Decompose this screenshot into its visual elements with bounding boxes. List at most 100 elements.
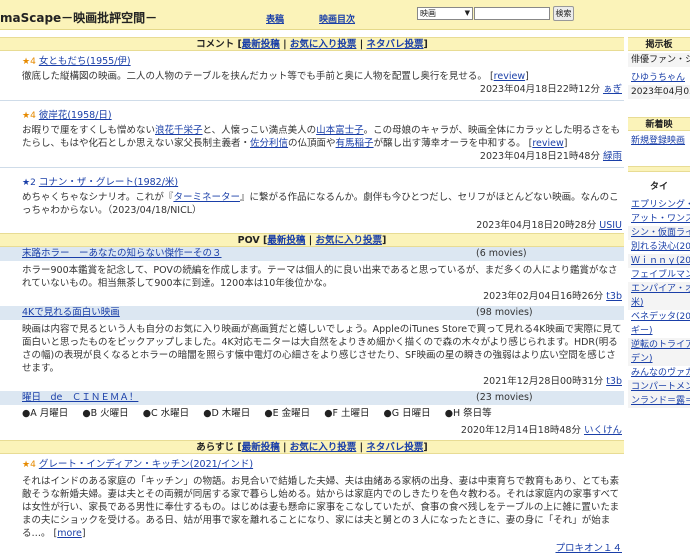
- link-spoiler-vote[interactable]: ネタバレ投票: [366, 442, 423, 453]
- weekday-item: ●A 月曜日: [22, 408, 69, 419]
- sidebar-divider-bar: [628, 166, 690, 172]
- movie-title-link[interactable]: グレート・インディアン・キッチン(2021/インド): [39, 459, 253, 470]
- review-link[interactable]: review: [532, 138, 563, 149]
- sidebar-title-link[interactable]: シン・仮面ライ: [628, 226, 690, 240]
- weekday-item: ●E 金曜日: [264, 408, 311, 419]
- sidebar-board-header: 掲示板: [628, 37, 690, 51]
- weekday-item: ●G 日曜日: [383, 408, 431, 419]
- pov-description: ホラー900本鑑賞を記念して、POVの続編を作成します。テーマは個人的に良い出来…: [22, 265, 618, 289]
- person-link[interactable]: 佐分利信: [250, 138, 288, 149]
- movie-count: (23 movies): [476, 392, 533, 403]
- weekday-item: ●B 火曜日: [82, 408, 129, 419]
- sidebar-title-header: タイ: [649, 182, 668, 192]
- synopsis-text: それはインドのある家庭の「キッチン」の物語。お見合いで結婚した夫婦、夫は由緒ある…: [22, 476, 620, 539]
- sidebar-title-link[interactable]: フェイブルマン: [628, 268, 690, 282]
- pov-title-link[interactable]: 曜日 de ＣＩＮＥＭＡ！: [22, 392, 138, 403]
- sidebar-new-link[interactable]: 新規登録映画: [628, 134, 690, 148]
- sidebar-title-link[interactable]: デン): [628, 352, 690, 366]
- person-link[interactable]: 有馬稲子: [336, 138, 374, 149]
- comment-text: お暇りで厘をすくしも憎めない: [22, 125, 156, 136]
- sidebar-title-link[interactable]: ベネデッタ(20: [628, 310, 690, 324]
- sidebar-title-link[interactable]: みんなのヴァカ: [628, 366, 690, 380]
- movie-count: (98 movies): [476, 307, 533, 318]
- pov-item-header: 末路ホラー ーあなたの知らない傑作ーその３ (6 movies): [0, 247, 624, 261]
- author-link[interactable]: t3b: [606, 291, 622, 302]
- post-date: 2023年04月18日21時48分: [479, 151, 600, 162]
- author-link[interactable]: t3b: [606, 376, 622, 387]
- section-title: コメント: [196, 39, 235, 50]
- weekday-list: ●A 月曜日 ●B 火曜日 ●C 水曜日 ●D 木曜日 ●E 金曜日 ●F 土曜…: [0, 405, 624, 422]
- movie-title-link[interactable]: コナン・ザ・グレート(1982/米): [39, 177, 178, 188]
- sidebar-title-link[interactable]: コンパートメン: [628, 380, 690, 394]
- movie-link[interactable]: ターミネーター: [173, 192, 240, 203]
- weekday-item: ●D 木曜日: [203, 408, 251, 419]
- link-favorite-vote[interactable]: お気に入り投票: [290, 39, 357, 50]
- pov-item-header: 4Kで見れる面白い映画 (98 movies): [0, 306, 624, 320]
- section-header-pov: POV [最新投稿 | お気に入り投票]: [0, 233, 624, 247]
- link-favorite-vote[interactable]: お気に入り投票: [316, 235, 383, 246]
- search-category-value: 映画: [420, 9, 436, 18]
- sidebar-title-link[interactable]: 米): [628, 296, 690, 310]
- sidebar-board-row: 俳優ファン・シ: [628, 53, 690, 67]
- author-link[interactable]: ぁぎ: [603, 84, 622, 95]
- star-rating: ★4: [22, 57, 36, 67]
- section-header-synopsis: あらすじ [最新投稿 | お気に入り投票 | ネタバレ投票]: [0, 440, 624, 454]
- movie-title-link[interactable]: 彼岸花(1958/日): [39, 110, 112, 121]
- section-title: あらすじ: [196, 442, 235, 453]
- chevron-down-icon: ▼: [464, 9, 470, 17]
- post-date: 2020年12月14日18時48分: [460, 425, 581, 436]
- sidebar-new-header: 新着映: [628, 117, 690, 131]
- star-rating: ★4: [22, 460, 36, 470]
- more-link[interactable]: more: [57, 528, 82, 539]
- author-link[interactable]: いくけん: [584, 425, 622, 436]
- search-input[interactable]: [474, 7, 550, 20]
- link-latest-posts[interactable]: 最新投稿: [242, 39, 280, 50]
- pov-item-header: 曜日 de ＣＩＮＥＭＡ！ (23 movies): [0, 391, 624, 405]
- post-date: 2021年12月28日00時31分: [483, 376, 604, 387]
- search-category-select[interactable]: 映画 ▼: [417, 7, 473, 20]
- sidebar-title-link[interactable]: アット・ワンス: [628, 212, 690, 226]
- link-favorite-vote[interactable]: お気に入り投票: [290, 442, 357, 453]
- comment-item: ★4 彼岸花(1958/日) お暇りで厘をすくしも憎めない浪花千栄子と、人懐っこ…: [0, 101, 624, 168]
- site-title: maScape－映画批評空間－: [0, 11, 158, 25]
- main-content: コメント [最新投稿 | お気に入り投票 | ネタバレ投票] ★4 女ともだち(…: [0, 37, 624, 556]
- top-bar: maScape－映画批評空間－ 表稿 映画目次 映画 ▼ 検索: [0, 0, 690, 30]
- star-rating: ★2: [22, 178, 36, 188]
- sidebar-board-link[interactable]: ひゆうちゃん: [628, 71, 690, 85]
- person-link[interactable]: 山本富士子: [316, 125, 364, 136]
- sidebar-title-link[interactable]: エプリシング・エ: [628, 198, 690, 212]
- sidebar-title-link[interactable]: Ｗｉｎｎｙ(20: [628, 254, 690, 268]
- pov-title-link[interactable]: 末路ホラー ーあなたの知らない傑作ーその３: [22, 248, 222, 259]
- person-link[interactable]: 浪花千栄子: [155, 125, 203, 136]
- section-title: POV: [237, 235, 260, 246]
- review-link[interactable]: review: [494, 71, 525, 82]
- comment-item: ★2 コナン・ザ・グレート(1982/米) めちゃくちゃなシナリオ。これが『ター…: [0, 168, 624, 233]
- pov-title-link[interactable]: 4Kで見れる面白い映画: [22, 307, 120, 318]
- pov-description: 映画は内容で見るという人も自分のお気に入り映画が高画質だと嬉しいでしょう。App…: [22, 324, 622, 374]
- movie-title-link[interactable]: 女ともだち(1955/伊): [39, 56, 131, 67]
- nav-link-movie-index[interactable]: 映画目次: [319, 12, 355, 25]
- nav-link-cover[interactable]: 表稿: [266, 12, 284, 25]
- movie-count: (6 movies): [476, 248, 527, 259]
- section-header-comment: コメント [最新投稿 | お気に入り投票 | ネタバレ投票]: [0, 37, 624, 51]
- comment-text: が醸し出す薄幸オーラを中和する。: [373, 138, 526, 149]
- author-link[interactable]: 緑雨: [603, 151, 622, 162]
- weekday-item: ●F 土曜日: [324, 408, 370, 419]
- sidebar-title-link[interactable]: エンパイア・オ: [628, 282, 690, 296]
- sidebar-title-link[interactable]: ンランド＝露＝: [628, 394, 690, 408]
- author-link[interactable]: USIU: [599, 220, 622, 231]
- sidebar-title-link[interactable]: ギー): [628, 324, 690, 338]
- star-rating: ★4: [22, 111, 36, 121]
- link-latest-posts[interactable]: 最新投稿: [242, 442, 280, 453]
- search-button[interactable]: 検索: [553, 6, 574, 21]
- sidebar-board-date: 2023年04月05: [628, 85, 690, 99]
- sidebar-title-link[interactable]: 別れる決心(20: [628, 240, 690, 254]
- comment-text: の仏頂面や: [288, 138, 336, 149]
- link-spoiler-vote[interactable]: ネタバレ投票: [367, 39, 424, 50]
- sidebar-title-link[interactable]: 逆転のトライア: [628, 338, 690, 352]
- link-latest-posts[interactable]: 最新投稿: [267, 235, 305, 246]
- post-date: 2023年02月04日16時26分: [483, 291, 604, 302]
- author-link[interactable]: プロキオン１４: [555, 543, 622, 554]
- sidebar: 掲示板 俳優ファン・シ ひゆうちゃん 2023年04月05 新着映 新規登録映画…: [628, 37, 690, 408]
